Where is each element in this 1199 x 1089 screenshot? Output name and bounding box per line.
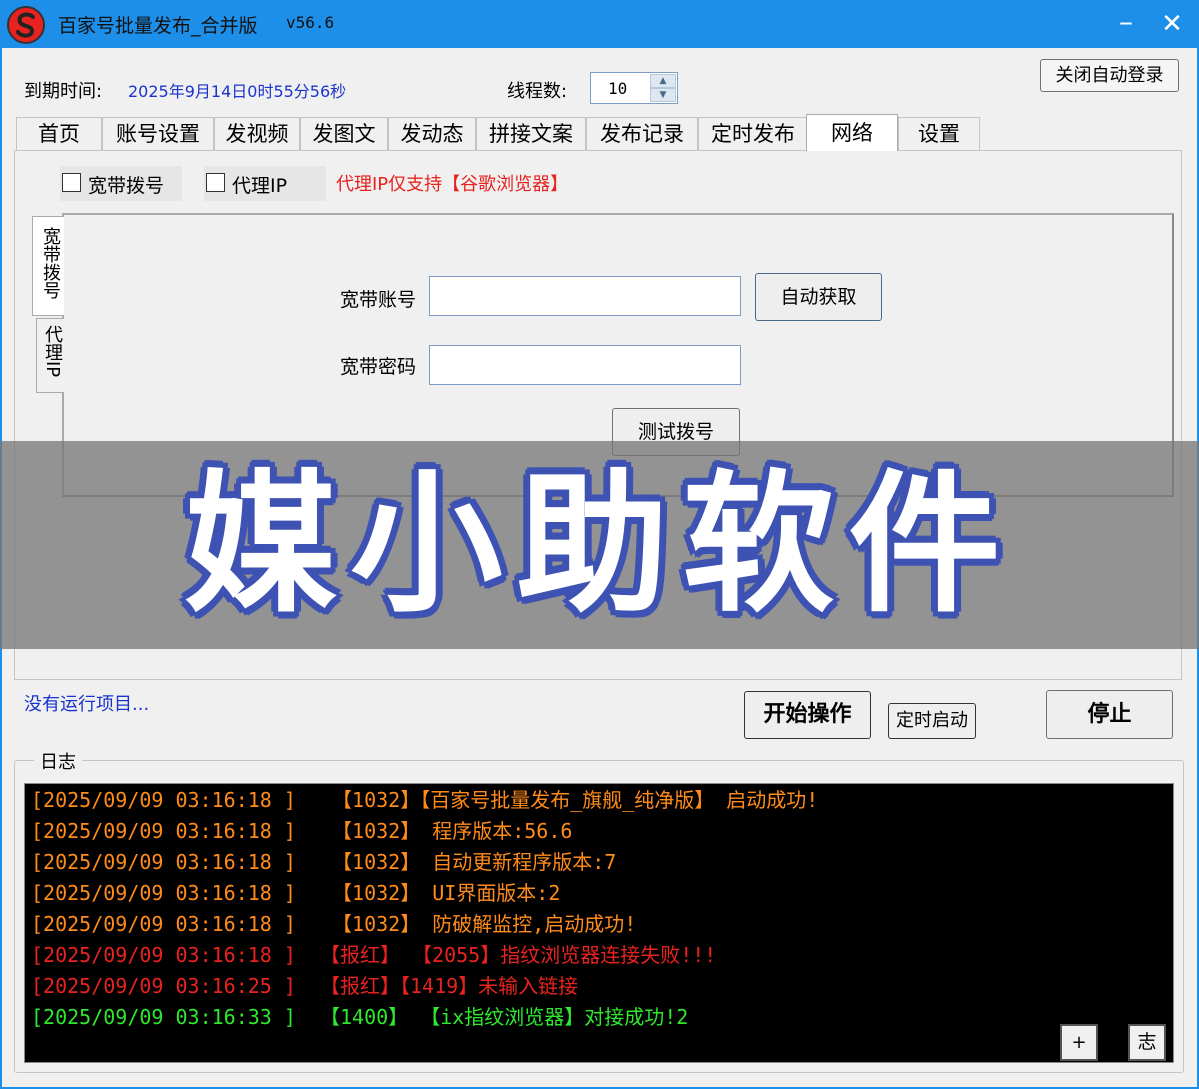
- log-line: [2025/09/09 03:16:33 ] 【1400】 【ix指纹浏览器】对…: [31, 1005, 689, 1029]
- log-area[interactable]: [2025/09/09 03:16:18 ] 【1032】【百家号批量发布_旗舰…: [24, 783, 1174, 1063]
- minimize-button[interactable]: –: [1108, 6, 1144, 42]
- proxy-note: 代理IP仅支持【谷歌浏览器】: [336, 174, 569, 195]
- watermark-text: 媒小助软件: [184, 456, 1015, 633]
- broadband-dial-checkbox[interactable]: 宽带拨号: [60, 166, 182, 201]
- start-button[interactable]: 开始操作: [744, 691, 871, 739]
- expiry-label: 到期时间:: [24, 81, 103, 102]
- tab-dynamic[interactable]: 发动态: [388, 117, 476, 150]
- close-autologin-button[interactable]: 关闭自动登录: [1040, 59, 1179, 92]
- window-title: 百家号批量发布_合并版: [58, 15, 258, 37]
- tab-image-post[interactable]: 发图文: [300, 117, 388, 150]
- log-legend: 日志: [34, 748, 82, 774]
- tab-scheduled[interactable]: 定时发布: [698, 117, 808, 150]
- log-open-button[interactable]: 志: [1128, 1024, 1166, 1061]
- log-line: [2025/09/09 03:16:18 ] 【报红】 【2055】指纹浏览器连…: [31, 943, 717, 967]
- tab-video[interactable]: 发视频: [214, 117, 300, 150]
- checkbox-box[interactable]: [206, 173, 225, 192]
- tab-home[interactable]: 首页: [16, 117, 102, 150]
- title-bar: 百家号批量发布_合并版 v56.6 – ✕: [0, 0, 1199, 48]
- red-s-logo-icon: [7, 6, 45, 44]
- auto-fetch-button[interactable]: 自动获取: [755, 273, 882, 321]
- log-line: [2025/09/09 03:16:25 ] 【报红】【1419】未输入链接: [31, 974, 579, 998]
- vtab-proxy-label: 代理IP: [42, 325, 63, 378]
- status-text: 没有运行项目...: [24, 694, 150, 715]
- tab-publish-log[interactable]: 发布记录: [586, 117, 698, 150]
- expiry-value: 2025年9月14日0时55分56秒: [128, 82, 347, 101]
- log-line: [2025/09/09 03:16:18 ] 【1032】 程序版本:56.6: [31, 819, 573, 843]
- proxy-ip-checkbox[interactable]: 代理IP: [204, 166, 326, 201]
- broadband-password-label: 宽带密码: [340, 356, 417, 378]
- thread-count-label: 线程数:: [507, 81, 568, 102]
- thread-count-value: 10: [608, 79, 628, 98]
- timer-start-button[interactable]: 定时启动: [888, 703, 976, 739]
- broadband-dial-label: 宽带拨号: [88, 175, 165, 197]
- broadband-account-input[interactable]: [429, 276, 741, 316]
- window-version: v56.6: [286, 13, 335, 32]
- stop-button[interactable]: 停止: [1046, 690, 1173, 739]
- vtab-proxy-ip[interactable]: 代理IP: [36, 318, 64, 393]
- tab-account-settings[interactable]: 账号设置: [102, 117, 214, 150]
- spin-up-button[interactable]: ▲: [650, 74, 676, 88]
- log-line: [2025/09/09 03:16:18 ] 【1032】【百家号批量发布_旗舰…: [31, 788, 819, 812]
- close-button[interactable]: ✕: [1154, 6, 1190, 42]
- log-line: [2025/09/09 03:16:18 ] 【1032】 UI界面版本:2: [31, 881, 561, 905]
- log-expand-button[interactable]: +: [1060, 1024, 1098, 1061]
- log-line: [2025/09/09 03:16:18 ] 【1032】 防破解监控,启动成功…: [31, 912, 637, 936]
- spin-down-button[interactable]: ▼: [650, 88, 676, 102]
- tab-settings[interactable]: 设置: [898, 117, 980, 150]
- tab-network[interactable]: 网络: [806, 114, 898, 151]
- checkbox-box[interactable]: [62, 173, 81, 192]
- log-line: [2025/09/09 03:16:18 ] 【1032】 自动更新程序版本:7: [31, 850, 617, 874]
- broadband-password-input[interactable]: [429, 345, 741, 385]
- proxy-ip-label: 代理IP: [232, 175, 288, 197]
- vtab-broadband-dial[interactable]: 宽带拨号: [32, 216, 64, 316]
- vtab-broadband-label: 宽带拨号: [40, 227, 61, 299]
- broadband-account-label: 宽带账号: [340, 289, 417, 311]
- tab-splice-copy[interactable]: 拼接文案: [476, 117, 586, 150]
